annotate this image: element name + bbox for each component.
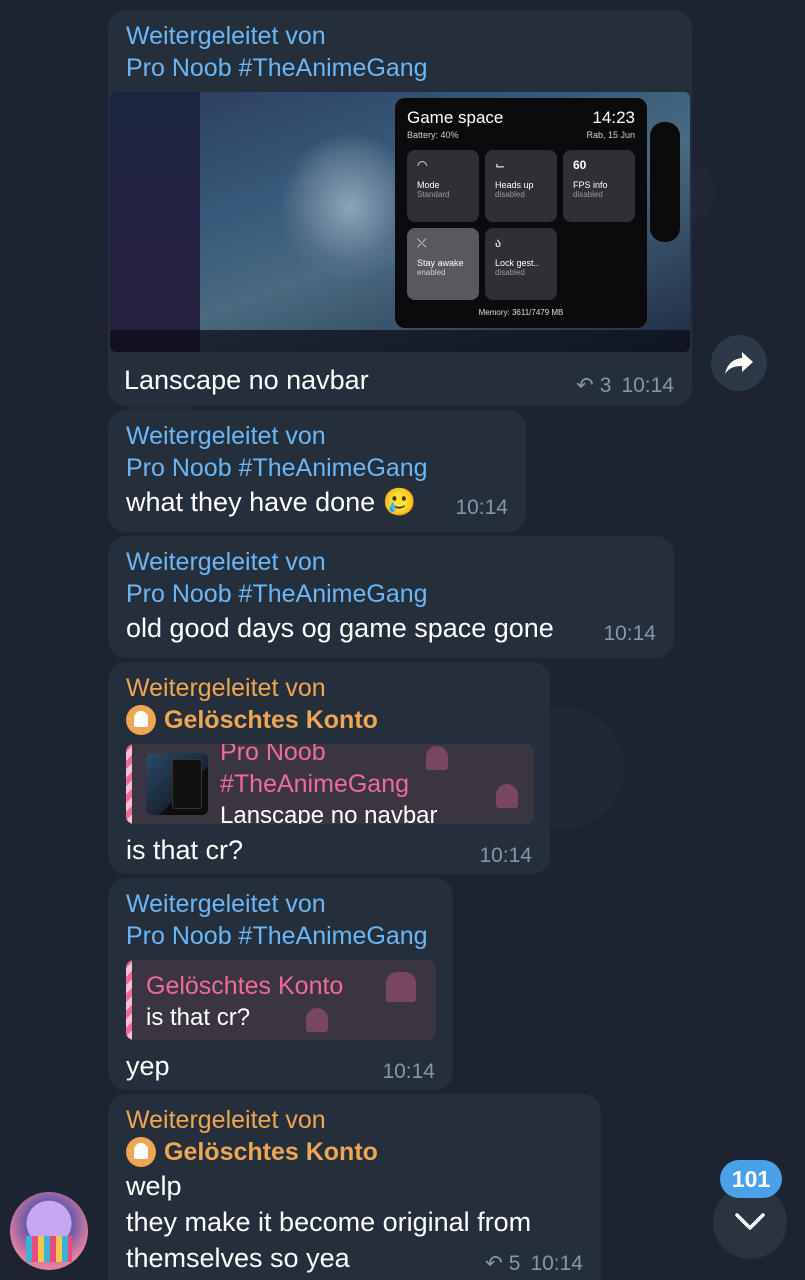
reply-quote[interactable]: Gelöschtes Konto is that cr? <box>126 960 436 1040</box>
message-time: 10:14 <box>479 844 532 867</box>
message-text: what they have done 🥲 <box>126 487 417 517</box>
game-sidebar <box>110 92 200 352</box>
message-time: 10:14 <box>621 373 674 397</box>
ghost-pattern-icon <box>496 784 518 808</box>
quote-text: is that cr? <box>146 1004 251 1031</box>
deleted-account-avatar <box>126 705 156 735</box>
ghost-pattern-icon <box>306 1008 328 1032</box>
message-bubble[interactable]: Weitergeleitet von Pro Noob #TheAnimeGan… <box>108 410 526 532</box>
memory-label: Memory: 3611/7479 MB <box>478 308 564 317</box>
tile-state: disabled <box>495 268 525 277</box>
ghost-pattern-icon <box>426 746 448 770</box>
reply-icon[interactable]: ↶ <box>576 373 594 398</box>
message-time: 10:14 <box>455 496 508 519</box>
message-bubble[interactable]: Weitergeleitet von Pro Noob #TheAnimeGan… <box>108 878 453 1090</box>
forward-sender[interactable]: Gelöschtes Konto <box>164 1136 378 1168</box>
message-text: yep <box>126 1051 170 1081</box>
forward-label: Weitergeleitet von <box>126 22 326 50</box>
heads-up-icon: ⌙ <box>495 158 506 172</box>
message-text: old good days og game space gone <box>126 613 554 643</box>
tile-state: Standard <box>417 190 450 199</box>
message-line: they make it become original from <box>126 1207 532 1237</box>
tile-label: FPS info <box>573 180 608 190</box>
message-bubble[interactable]: Weitergeleitet von Pro Noob #TheAnimeGan… <box>108 10 692 406</box>
speedometer-icon: ◠ <box>417 158 428 172</box>
reply-icon[interactable]: ↶ <box>485 1251 503 1276</box>
forward-sender[interactable]: Gelöschtes Konto <box>164 704 378 736</box>
tile-label: Mode <box>417 180 440 190</box>
tile-state: disabled <box>573 190 603 199</box>
date-label: Rab, 15 Jun <box>586 130 635 140</box>
tile-label: Heads up <box>495 180 534 190</box>
forward-label: Weitergeleitet von <box>126 1106 326 1134</box>
tile-state: disabled <box>495 190 525 199</box>
user-avatar[interactable] <box>10 1192 88 1270</box>
reply-count[interactable]: 5 <box>509 1252 521 1276</box>
message-bubble[interactable]: Weitergeleitet von Gelöschtes Konto welp… <box>108 1094 601 1280</box>
game-bottom-bar <box>110 330 690 352</box>
tile-label: Lock gest.. <box>495 258 539 268</box>
forward-label: Weitergeleitet von <box>126 890 326 918</box>
screenshot-image[interactable]: Game space 14:23 Battery: 40% Rab, 15 Ju… <box>110 92 690 352</box>
battery-label: Battery: 40% <box>407 130 459 140</box>
tile-lock-gestures: ა Lock gest.. disabled <box>485 228 557 300</box>
message-line: themselves so yea <box>126 1243 350 1273</box>
chevron-down-icon <box>735 1213 765 1230</box>
game-space-panel: Game space 14:23 Battery: 40% Rab, 15 Ju… <box>395 98 647 328</box>
forward-sender[interactable]: Pro Noob #TheAnimeGang <box>126 52 674 84</box>
forward-label: Weitergeleitet von <box>126 548 326 576</box>
share-icon <box>725 352 753 374</box>
message-text: Lanscape no navbar <box>124 365 369 395</box>
tile-fps-info: 60 FPS info disabled <box>563 150 635 222</box>
forward-label: Weitergeleitet von <box>126 674 326 702</box>
panel-title: Game space <box>407 108 504 127</box>
message-line: welp <box>126 1171 182 1201</box>
message-time: 10:14 <box>603 622 656 645</box>
message-bubble[interactable]: Weitergeleitet von Pro Noob #TheAnimeGan… <box>108 536 674 658</box>
stay-awake-icon: ⤫ <box>417 236 427 250</box>
panel-clock: 14:23 <box>592 108 635 127</box>
fps-icon: 60 <box>573 158 587 172</box>
gesture-icon: ა <box>495 236 502 250</box>
reply-count[interactable]: 3 <box>600 374 612 398</box>
forward-sender[interactable]: Pro Noob #TheAnimeGang <box>126 920 435 952</box>
forward-label: Weitergeleitet von <box>126 422 326 450</box>
message-time: 10:14 <box>530 1251 583 1275</box>
reply-quote[interactable]: Pro Noob #TheAnimeGang Lanscape no navba… <box>126 744 534 824</box>
message-bubble[interactable]: Weitergeleitet von Gelöschtes Konto Pro … <box>108 662 550 874</box>
deleted-account-avatar <box>126 1137 156 1167</box>
game-space-side-controls <box>650 122 680 242</box>
tile-label: Stay awake <box>417 258 464 268</box>
tile-heads-up: ⌙ Heads up disabled <box>485 150 557 222</box>
quote-sender: Gelöschtes Konto <box>146 972 344 1000</box>
ghost-pattern-icon <box>386 972 416 1002</box>
forward-sender[interactable]: Pro Noob #TheAnimeGang <box>126 452 508 484</box>
unread-count-badge: 101 <box>720 1160 782 1198</box>
quote-thumbnail <box>146 753 208 815</box>
tile-stay-awake: ⤫ Stay awake enabled <box>407 228 479 300</box>
share-button[interactable] <box>711 335 767 391</box>
tile-mode: ◠ Mode Standard <box>407 150 479 222</box>
message-text: is that cr? <box>126 835 244 865</box>
message-time: 10:14 <box>382 1060 435 1083</box>
forward-sender[interactable]: Pro Noob #TheAnimeGang <box>126 578 656 610</box>
quote-text: Lanscape no navbar <box>220 802 438 824</box>
tile-state: enabled <box>417 268 446 277</box>
quote-sender: Pro Noob #TheAnimeGang <box>220 744 410 798</box>
